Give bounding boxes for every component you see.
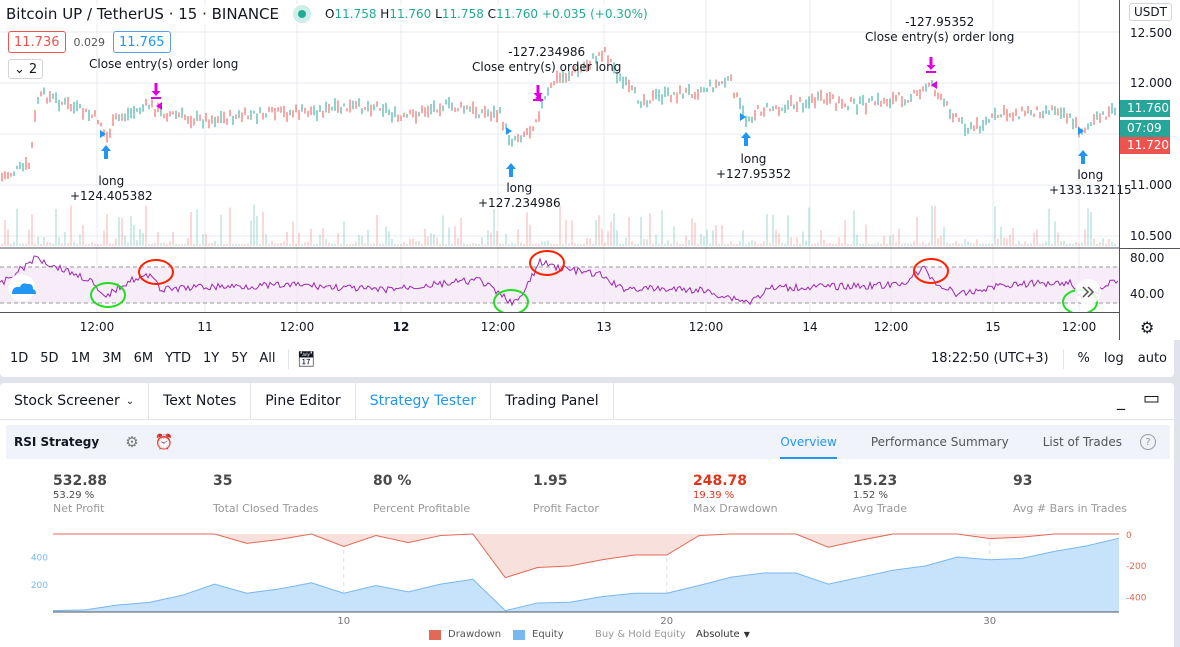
- caret-down-icon: ▼: [743, 630, 750, 639]
- metric-avg-trade: 15.23 1.52 % Avg Trade: [853, 473, 907, 515]
- auto-scale-toggle[interactable]: auto: [1138, 351, 1167, 366]
- chart-settings-icon[interactable]: ⚙: [1140, 318, 1154, 337]
- entry-annotation: long +127.95352: [716, 152, 791, 181]
- legend-equity[interactable]: Equity: [513, 629, 564, 640]
- metric-net-profit: 532.88 53.29 % Net Profit: [53, 473, 108, 515]
- right-axis-label: -200: [1126, 562, 1147, 572]
- bottom-tabs: Stock Screener ⌄ Text Notes Pine Editor S…: [0, 383, 1174, 420]
- entry-annotation: long +124.405382: [70, 174, 153, 203]
- left-axis-label: 400: [31, 553, 48, 563]
- price-axis[interactable]: USDT 12.500 12.000 11.000 10.500 11.760 …: [1119, 0, 1180, 340]
- entry-marker-icon: [100, 130, 106, 138]
- chevron-down-icon: ⌄: [14, 61, 25, 77]
- range-1m[interactable]: 1M: [71, 351, 91, 366]
- range-all[interactable]: All: [259, 351, 275, 366]
- range-6m[interactable]: 6M: [134, 351, 154, 366]
- range-ytd[interactable]: YTD: [165, 351, 191, 366]
- exit-arrow-icon: [926, 57, 936, 73]
- open-value: 11.758: [334, 7, 377, 21]
- metric-total-closed-trades: 35 Total Closed Trades: [213, 473, 319, 515]
- x-tick-label: 10: [337, 616, 350, 627]
- right-axis-label: -400: [1126, 593, 1147, 603]
- price-chart[interactable]: Bitcoin UP / TetherUS · 15 · BINANCE O11…: [0, 0, 1180, 340]
- range-5y[interactable]: 5Y: [231, 351, 247, 366]
- drawdown-swatch: [429, 629, 441, 640]
- x-tick-label: 30: [983, 616, 996, 627]
- x-tick-label: 20: [660, 616, 673, 627]
- equity-drawdown-chart[interactable]: 10 20 30 200 400 0 -200 -400: [0, 528, 1174, 628]
- tab-stock-screener[interactable]: Stock Screener ⌄: [0, 383, 150, 419]
- indicators-collapse-button[interactable]: ⌄ 2: [8, 59, 44, 79]
- legend-drawdown[interactable]: Drawdown: [429, 629, 501, 640]
- right-axis-label: 0: [1126, 531, 1132, 541]
- help-icon[interactable]: ?: [1140, 434, 1156, 450]
- tab-text-notes[interactable]: Text Notes: [149, 383, 252, 419]
- tab-strategy-tester[interactable]: Strategy Tester: [356, 383, 492, 419]
- symbol-title[interactable]: Bitcoin UP / TetherUS · 15 · BINANCE: [6, 5, 279, 23]
- tab-list-of-trades[interactable]: List of Trades: [1043, 425, 1122, 459]
- legend-buy-hold[interactable]: Buy & Hold Equity: [595, 629, 686, 640]
- log-scale-toggle[interactable]: log: [1104, 351, 1124, 366]
- close-value: 11.760: [496, 7, 539, 21]
- percent-scale-toggle[interactable]: %: [1078, 351, 1090, 366]
- chevron-down-icon: ⌄: [125, 395, 135, 407]
- date-range-bar: 1D 5D 1M 3M 6M YTD 1Y 5Y All 📅︎ 18:22:50…: [0, 340, 1174, 377]
- range-1d[interactable]: 1D: [10, 351, 28, 366]
- settings-gear-icon[interactable]: ⚙: [125, 433, 138, 451]
- tab-trading-panel[interactable]: Trading Panel: [491, 383, 614, 419]
- maximize-panel-button[interactable]: ▭: [1143, 388, 1160, 410]
- currency-button[interactable]: USDT: [1129, 3, 1172, 21]
- metric-profit-factor: 1.95 Profit Factor: [533, 473, 599, 515]
- divider: [1062, 348, 1064, 369]
- change-value: +0.035 (+0.30%): [541, 7, 648, 21]
- rsi-band: [0, 267, 1119, 303]
- time-axis[interactable]: 12:00 11 12:00 12 12:00 13 12:00 14 12:0…: [0, 312, 1119, 340]
- tab-pine-editor[interactable]: Pine Editor: [251, 383, 356, 419]
- metric-max-drawdown: 248.78 19.39 % Max Drawdown: [693, 473, 778, 515]
- go-to-date-icon[interactable]: 📅︎: [297, 350, 316, 368]
- exit-marker-icon: [156, 102, 162, 110]
- tab-overview[interactable]: Overview: [780, 425, 837, 459]
- range-3m[interactable]: 3M: [102, 351, 122, 366]
- pane-divider[interactable]: [1120, 248, 1180, 249]
- equity-swatch: [513, 629, 525, 640]
- exit-annotation: -124.405382 Close entry(s) order long: [89, 57, 239, 71]
- left-axis-label: 200: [31, 581, 48, 591]
- exit-annotation: -127.234986 Close entry(s) order long: [472, 45, 622, 74]
- entry-arrow-icon: [101, 145, 111, 159]
- ohlc-values: O11.758 H11.760 L11.758 C11.760 +0.035 (…: [325, 7, 648, 21]
- sell-price-button[interactable]: 11.736: [8, 31, 66, 53]
- bar-countdown-tag: 07:09: [1120, 120, 1170, 137]
- metric-percent-profitable: 80 % Percent Profitable: [373, 473, 471, 515]
- market-status-icon: [293, 5, 312, 23]
- symbol-legend: Bitcoin UP / TetherUS · 15 · BINANCE O11…: [6, 4, 654, 24]
- low-price-tag: 11.720: [1120, 137, 1170, 154]
- absolute-dropdown[interactable]: Absolute ▼: [696, 629, 750, 640]
- high-value: 11.760: [389, 7, 432, 21]
- metrics-row: 532.88 53.29 % Net Profit 35 Total Close…: [53, 473, 1153, 521]
- entry-annotation: long +127.234986: [478, 181, 561, 210]
- add-alert-icon[interactable]: ⏰: [155, 433, 174, 451]
- exit-arrow-icon: [151, 83, 161, 99]
- bottom-panel: Stock Screener ⌄ Text Notes Pine Editor S…: [0, 383, 1174, 647]
- strategy-header: RSI Strategy ⚙ ⏰ Overview Performance Su…: [6, 425, 1170, 459]
- last-price-tag: 11.760: [1120, 100, 1170, 117]
- low-value: 11.758: [441, 7, 484, 21]
- entry-arrow-icon: [506, 163, 516, 177]
- minimize-panel-button[interactable]: _: [1117, 391, 1125, 410]
- exit-annotation: -127.95352 Close entry(s) order long: [865, 15, 1015, 44]
- clock[interactable]: 18:22:50 (UTC+3): [931, 351, 1049, 366]
- metric-avg-bars: 93 Avg # Bars in Trades: [1013, 473, 1127, 515]
- divider: [287, 348, 289, 369]
- strategy-name: RSI Strategy: [14, 435, 100, 449]
- range-5d[interactable]: 5D: [40, 351, 58, 366]
- tab-performance-summary[interactable]: Performance Summary: [871, 425, 1009, 459]
- range-1y[interactable]: 1Y: [203, 351, 219, 366]
